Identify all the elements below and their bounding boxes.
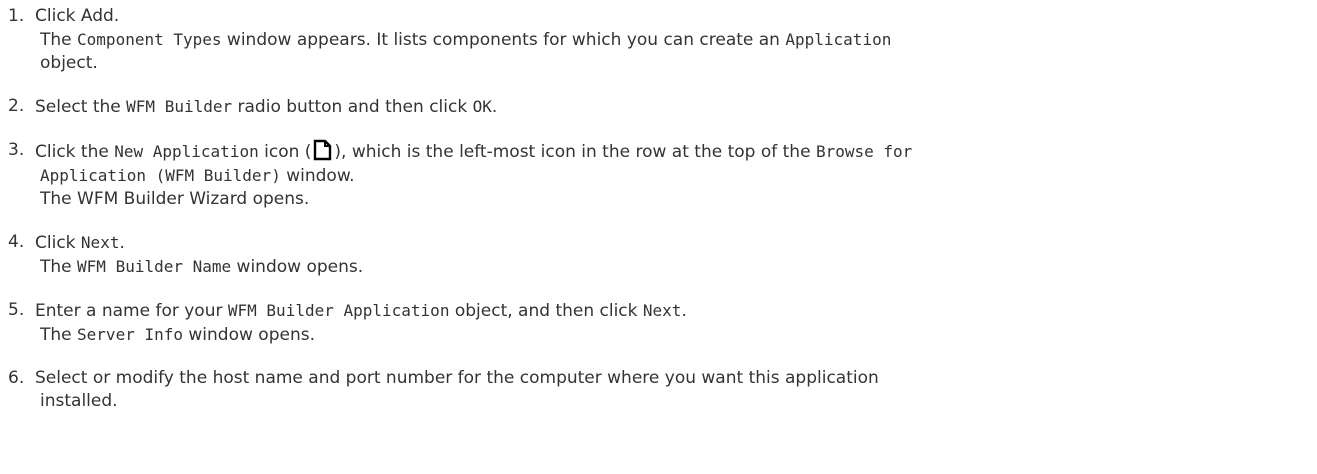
step-line: The WFM Builder Wizard opens. bbox=[35, 188, 1308, 211]
step-text: object, and then click bbox=[449, 301, 643, 321]
step-text: , which is the left-most icon in the row… bbox=[341, 142, 816, 162]
step-text: The WFM Builder Wizard opens. bbox=[40, 189, 310, 209]
step-6: 6. Select or modify the host name and po… bbox=[8, 367, 1308, 413]
step-text: window opens. bbox=[183, 325, 315, 345]
ui-term: OK bbox=[472, 97, 492, 116]
step-number: 4. bbox=[8, 232, 25, 252]
step-text: The bbox=[40, 257, 78, 277]
new-document-icon bbox=[314, 139, 332, 161]
step-text: Select or modify the host name and port … bbox=[35, 368, 879, 388]
step-text: Click bbox=[35, 233, 81, 253]
step-text: Enter a name for your bbox=[35, 301, 228, 321]
step-text: Click Add. bbox=[35, 6, 120, 26]
step-text: window. bbox=[280, 166, 355, 186]
step-4: 4. Click Next. The WFM Builder Name wind… bbox=[8, 231, 1308, 279]
ui-term: Application bbox=[785, 30, 892, 49]
step-line: The WFM Builder Name window opens. bbox=[35, 255, 1308, 279]
step-text: object. bbox=[40, 53, 98, 73]
step-text: window appears. It lists components for … bbox=[221, 30, 786, 50]
step-number: 3. bbox=[8, 140, 25, 160]
ui-term: WFM Builder bbox=[126, 97, 233, 116]
step-text: The bbox=[40, 325, 78, 345]
ui-term: New Application bbox=[114, 142, 259, 161]
ui-term: WFM Builder Name bbox=[77, 257, 232, 276]
step-line: Click Next. bbox=[35, 231, 1308, 255]
step-text: Click the bbox=[35, 142, 115, 162]
step-2: 2. Select the WFM Builder radio button a… bbox=[8, 95, 1308, 119]
ui-term: Next bbox=[80, 233, 120, 252]
step-number: 1. bbox=[8, 6, 25, 26]
step-text: . bbox=[119, 233, 125, 253]
step-number: 6. bbox=[8, 368, 25, 388]
ui-term: WFM Builder Application bbox=[227, 301, 450, 320]
step-3: 3. Click the New Application icon (), wh… bbox=[8, 139, 1308, 211]
step-line: Enter a name for your WFM Builder Applic… bbox=[35, 299, 1308, 323]
step-text: . bbox=[491, 97, 498, 117]
step-number: 2. bbox=[8, 96, 25, 116]
step-text: window opens. bbox=[231, 257, 364, 277]
instruction-steps: 1. Click Add. The Component Types window… bbox=[8, 5, 1308, 433]
step-line: Click Add. bbox=[35, 5, 1308, 28]
step-text: installed. bbox=[40, 391, 118, 411]
ui-term: Component Types bbox=[77, 30, 222, 49]
step-text: . bbox=[681, 301, 687, 321]
step-text: icon ( bbox=[258, 142, 312, 162]
step-line: Click the New Application icon (), which… bbox=[35, 139, 1308, 164]
step-1: 1. Click Add. The Component Types window… bbox=[8, 5, 1308, 75]
step-line: The Server Info window opens. bbox=[35, 323, 1308, 347]
ui-term: Next bbox=[642, 301, 682, 320]
step-5: 5. Enter a name for your WFM Builder App… bbox=[8, 299, 1308, 347]
step-number: 5. bbox=[8, 300, 25, 320]
step-line: The Component Types window appears. It l… bbox=[35, 28, 1308, 52]
step-line: object. bbox=[35, 52, 1308, 75]
step-line: installed. bbox=[35, 390, 1308, 413]
ui-term: Browse for bbox=[815, 142, 913, 161]
step-line: Select the WFM Builder radio button and … bbox=[35, 95, 1308, 119]
step-text: Select the bbox=[35, 97, 127, 117]
ui-term: Server Info bbox=[77, 325, 183, 344]
step-text: The bbox=[40, 30, 78, 50]
step-text: radio button and then click bbox=[232, 97, 473, 117]
ui-term: Application (WFM Builder) bbox=[40, 166, 281, 185]
step-line: Application (WFM Builder) window. bbox=[35, 164, 1308, 188]
step-line: Select or modify the host name and port … bbox=[35, 367, 1308, 390]
